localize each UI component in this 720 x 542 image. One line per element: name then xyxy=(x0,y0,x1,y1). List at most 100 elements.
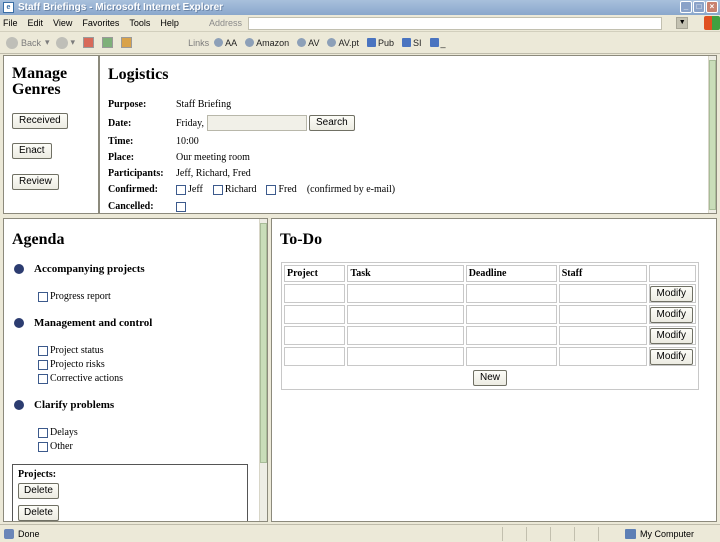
menu-tools[interactable]: Tools xyxy=(129,18,150,28)
cell-task xyxy=(347,305,464,324)
received-button[interactable]: Received xyxy=(12,113,68,129)
checkbox[interactable] xyxy=(38,359,48,370)
link-icon xyxy=(297,38,307,47)
logistics-frame: Logistics Purpose: Staff Briefing Date: … xyxy=(99,55,717,214)
link-av[interactable]: AV xyxy=(297,38,319,48)
agenda-item-other[interactable]: Other xyxy=(38,441,73,452)
agenda-item-corrective-actions[interactable]: Corrective actions xyxy=(38,373,123,384)
forward-icon[interactable] xyxy=(55,36,68,49)
confirmed-label: Confirmed: xyxy=(108,184,158,195)
modify-button[interactable]: Modify xyxy=(649,348,693,365)
forward-dropdown-icon[interactable]: ▾ xyxy=(71,37,76,48)
cell-task xyxy=(347,326,464,345)
status-divider xyxy=(574,527,575,541)
review-button[interactable]: Review xyxy=(12,174,59,190)
back-dropdown-icon[interactable]: ▾ xyxy=(45,37,50,48)
link-avpt[interactable]: AV.pt xyxy=(327,38,359,48)
genres-frame: Manage Genres Received Enact Review xyxy=(3,55,99,214)
menu-view[interactable]: View xyxy=(53,18,72,28)
checkbox[interactable] xyxy=(38,427,48,438)
security-zone: My Computer xyxy=(624,528,694,539)
address-dropdown-icon[interactable]: ▼ xyxy=(676,17,689,29)
purpose-label: Purpose: xyxy=(108,99,147,110)
agenda-scrollbar[interactable] xyxy=(259,219,267,521)
todo-frame: To-Do Project Task Deadline Staff Modify… xyxy=(271,218,717,522)
checkbox[interactable] xyxy=(38,373,48,384)
search-button[interactable]: Search xyxy=(308,115,355,131)
checkbox[interactable] xyxy=(38,345,48,356)
ie-page-icon xyxy=(367,38,377,47)
modify-button[interactable]: Modify xyxy=(649,306,693,323)
link-aa[interactable]: AA xyxy=(214,38,237,48)
back-button-label[interactable]: Back xyxy=(21,38,41,48)
agenda-item-delays[interactable]: Delays xyxy=(38,427,78,438)
link-icon xyxy=(327,38,337,47)
confirmed-note: (confirmed by e-mail) xyxy=(306,184,396,195)
date-row: Date: Friday, Search xyxy=(108,115,355,131)
agenda-item-progress-report[interactable]: Progress report xyxy=(38,291,111,302)
checkbox[interactable] xyxy=(176,184,186,195)
agenda-item-project-risks[interactable]: Projecto risks xyxy=(38,359,105,370)
page-done-icon xyxy=(4,528,14,539)
delete-button-2[interactable]: Delete xyxy=(18,505,59,521)
link-blank[interactable]: _ xyxy=(429,38,446,48)
ie-icon: e xyxy=(3,2,14,13)
table-row: Modify xyxy=(284,347,696,366)
cell-staff xyxy=(558,326,647,345)
logistics-scrollbar[interactable] xyxy=(708,56,716,213)
modify-button[interactable]: Modify xyxy=(649,285,693,302)
genres-title: Manage Genres xyxy=(12,65,68,98)
enact-button[interactable]: Enact xyxy=(12,143,52,159)
scrollbar-thumb[interactable] xyxy=(709,60,716,210)
delete-button-1[interactable]: Delete xyxy=(18,483,59,499)
menu-edit[interactable]: Edit xyxy=(28,18,44,28)
confirmed-row: Confirmed: Jeff Richard Fred (confirmed … xyxy=(108,184,395,195)
place-value: Our meeting room xyxy=(176,152,250,163)
link-si[interactable]: SI xyxy=(402,38,422,48)
checkbox[interactable] xyxy=(38,291,48,302)
cell-project xyxy=(284,284,346,303)
confirmed-fred[interactable]: Fred xyxy=(266,184,297,195)
column-staff: Staff xyxy=(558,265,647,282)
checkbox[interactable] xyxy=(266,184,277,195)
cancelled-label: Cancelled: xyxy=(108,201,154,212)
menu-favorites[interactable]: Favorites xyxy=(82,18,119,28)
cell-project xyxy=(284,347,346,366)
address-input[interactable] xyxy=(247,16,663,30)
menu-help[interactable]: Help xyxy=(160,18,179,28)
modify-button[interactable]: Modify xyxy=(649,327,693,344)
confirmed-richard[interactable]: Richard xyxy=(212,184,256,195)
agenda-title: Agenda xyxy=(12,231,65,248)
ie-page-icon xyxy=(402,38,412,47)
confirmed-jeff[interactable]: Jeff xyxy=(176,184,203,195)
time-value: 10:00 xyxy=(176,136,199,147)
cell-deadline xyxy=(465,305,557,324)
maximize-button[interactable]: □ xyxy=(693,1,705,13)
cell-action: Modify xyxy=(648,284,696,303)
link-amazon[interactable]: Amazon xyxy=(245,38,289,48)
address-label: Address xyxy=(208,18,242,28)
back-icon[interactable] xyxy=(6,36,18,49)
new-button[interactable]: New xyxy=(472,369,507,386)
cancelled-checkbox[interactable] xyxy=(176,201,186,212)
checkbox[interactable] xyxy=(212,184,223,195)
link-pub[interactable]: Pub xyxy=(367,38,394,48)
checkbox[interactable] xyxy=(38,441,48,452)
bullet-icon xyxy=(14,400,24,410)
scrollbar-thumb[interactable] xyxy=(260,223,267,463)
agenda-item-project-status[interactable]: Project status xyxy=(38,345,104,356)
stop-icon[interactable] xyxy=(83,37,95,48)
todo-header-row: Project Task Deadline Staff xyxy=(284,265,696,282)
home-icon[interactable] xyxy=(121,37,133,48)
close-button[interactable]: × xyxy=(706,1,718,13)
cell-project xyxy=(284,326,346,345)
window-title-bar: e Staff Briefings - Microsoft Internet E… xyxy=(0,0,720,15)
projects-box: Projects: Delete Delete xyxy=(12,464,248,521)
computer-icon xyxy=(624,528,636,539)
refresh-icon[interactable] xyxy=(102,37,114,48)
minimize-button[interactable]: _ xyxy=(680,1,692,13)
place-label: Place: xyxy=(108,152,135,163)
todo-table: Project Task Deadline Staff Modify Modif… xyxy=(281,262,699,390)
menu-file[interactable]: File xyxy=(3,18,18,28)
date-input[interactable] xyxy=(206,115,307,131)
